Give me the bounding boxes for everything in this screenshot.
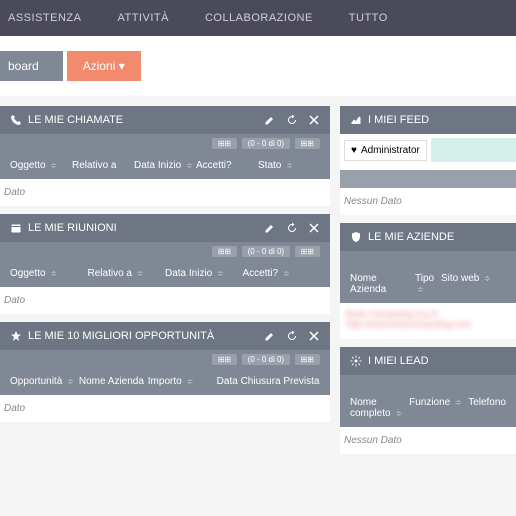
close-icon[interactable] [308, 114, 320, 126]
col-sitoweb[interactable]: Sito web ≑ [441, 273, 506, 295]
stats-bar: ⊞⊞ (0 - 0 di 0) ⊞⊞ [0, 350, 330, 368]
col-importo[interactable]: Importo ≑ [148, 376, 217, 387]
col-telefono[interactable]: Telefono [468, 397, 506, 419]
col-relativo[interactable]: Relativo a ≑ [88, 268, 166, 279]
heart-icon: ♥ [351, 145, 357, 156]
panel-riunioni: LE MIE RIUNIONI ⊞⊞ (0 - 0 di 0) ⊞⊞ Ogget… [0, 214, 330, 314]
panel-title: LE MIE AZIENDE [368, 231, 454, 243]
stats-bar [340, 251, 516, 265]
panel-aziende: LE MIE AZIENDE Nome Azienda Tipo ≑ Sito … [340, 223, 516, 339]
pager-icon[interactable]: ⊞⊞ [295, 138, 320, 149]
star-icon [10, 330, 22, 342]
col-nomeazienda[interactable]: Nome Azienda [350, 273, 415, 295]
stats-bar: ⊞⊞ (0 - 0 di 0) ⊞⊞ [0, 134, 330, 152]
stats-text: (0 - 0 di 0) [242, 354, 290, 365]
column-header: Nome Azienda Tipo ≑ Sito web ≑ [340, 265, 516, 303]
column-header: Nome completo ≑ Funzione ≑ Telefono [340, 389, 516, 427]
close-icon[interactable] [308, 222, 320, 234]
edit-icon[interactable] [264, 114, 276, 126]
close-icon[interactable] [308, 330, 320, 342]
col-opportunita[interactable]: Opportunità ≑ [10, 376, 79, 387]
column-header: Opportunità ≑ Nome Azienda Importo ≑ Dat… [0, 368, 330, 395]
stats-bar [340, 375, 516, 389]
panel-chiamate: LE MIE CHIAMATE ⊞⊞ (0 - 0 di 0) ⊞⊞ Ogget… [0, 106, 330, 206]
nav-assistenza[interactable]: ASSISTENZA [0, 12, 89, 24]
pager-icon[interactable]: ⊞⊞ [212, 138, 237, 149]
edit-icon[interactable] [264, 330, 276, 342]
top-nav: ASSISTENZA ATTIVITÀ COLLABORAZIONE TUTTO [0, 0, 516, 36]
col-relativo[interactable]: Relativo a [72, 160, 134, 171]
panel-title: LE MIE RIUNIONI [28, 222, 117, 234]
stats-text: (0 - 0 di 0) [242, 246, 290, 257]
col-nomeazienda[interactable]: Nome Azienda [79, 376, 148, 387]
refresh-icon[interactable] [286, 330, 298, 342]
col-accetti[interactable]: Accetti? [196, 160, 258, 171]
nodata-text: Nessun Dato [340, 188, 516, 215]
phone-icon [10, 114, 22, 126]
column-header: Oggetto ≑ Relativo a Data Inizio ≑ Accet… [0, 152, 330, 179]
panel-feed: I MIEI FEED ♥ Administrator Nessun Dato [340, 106, 516, 215]
nodata-text: Dato [0, 395, 330, 422]
blurred-row: Brain Computing S.p.A. http://www.brainc… [340, 303, 516, 339]
pager-icon[interactable]: ⊞⊞ [212, 246, 237, 257]
nodata-text: Nessun Dato [340, 427, 516, 454]
panel-title: I MIEI FEED [368, 114, 429, 126]
column-header: Oggetto ≑ Relativo a ≑ Data Inizio ≑ Acc… [0, 260, 330, 287]
edit-icon[interactable] [264, 222, 276, 234]
panel-lead: I MIEI LEAD Nome completo ≑ Funzione ≑ T… [340, 347, 516, 454]
calendar-icon [10, 222, 22, 234]
panel-title: LE MIE CHIAMATE [28, 114, 123, 126]
nav-collaborazione[interactable]: COLLABORAZIONE [197, 12, 321, 24]
col-oggetto[interactable]: Oggetto ≑ [10, 160, 72, 171]
col-stato[interactable]: Stato ≑ [258, 160, 320, 171]
nodata-text: Dato [0, 287, 330, 314]
nav-tutto[interactable]: TUTTO [341, 12, 396, 24]
panel-title: LE MIE 10 MIGLIORI OPPORTUNITÀ [28, 330, 214, 342]
stats-bar: ⊞⊞ (0 - 0 di 0) ⊞⊞ [0, 242, 330, 260]
admin-dropdown[interactable]: ♥ Administrator [344, 140, 427, 161]
nav-attivita[interactable]: ATTIVITÀ [109, 12, 176, 24]
panel-title: I MIEI LEAD [368, 355, 429, 367]
pager-icon[interactable]: ⊞⊞ [212, 354, 237, 365]
pager-icon[interactable]: ⊞⊞ [295, 354, 320, 365]
pager-icon[interactable]: ⊞⊞ [295, 246, 320, 257]
nodata-text: Dato [0, 179, 330, 206]
feed-input[interactable] [431, 138, 516, 162]
col-datainizio[interactable]: Data Inizio ≑ [165, 268, 243, 279]
col-funzione[interactable]: Funzione ≑ [409, 397, 468, 419]
board-button[interactable]: board [0, 51, 63, 81]
chart-icon [350, 114, 362, 126]
col-chiusura[interactable]: Data Chiusura Prevista [217, 376, 320, 387]
feed-subbar [340, 170, 516, 188]
gear-icon [350, 355, 362, 367]
azioni-button[interactable]: Azioni ▾ [67, 51, 141, 81]
refresh-icon[interactable] [286, 114, 298, 126]
refresh-icon[interactable] [286, 222, 298, 234]
col-oggetto[interactable]: Oggetto ≑ [10, 268, 88, 279]
col-accetti[interactable]: Accetti? ≑ [243, 268, 321, 279]
panel-opportunita: LE MIE 10 MIGLIORI OPPORTUNITÀ ⊞⊞ (0 - 0… [0, 322, 330, 422]
shield-icon [350, 231, 362, 243]
col-nomecompleto[interactable]: Nome completo ≑ [350, 397, 409, 419]
stats-text: (0 - 0 di 0) [242, 138, 290, 149]
col-tipo[interactable]: Tipo ≑ [415, 273, 441, 295]
col-datainizio[interactable]: Data Inizio ≑ [134, 160, 196, 171]
toolbar: board Azioni ▾ [0, 36, 516, 96]
